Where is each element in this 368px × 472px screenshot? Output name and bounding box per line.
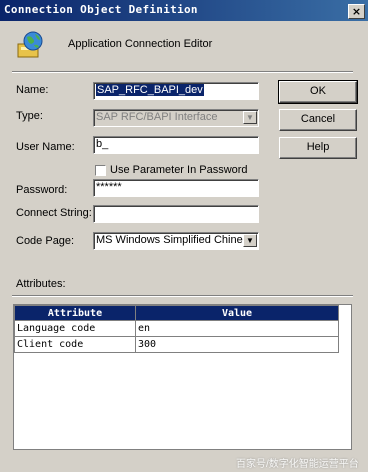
- watermark-text: 百家号/数字化智能运营平台: [236, 459, 359, 470]
- username-field[interactable]: b_: [93, 136, 259, 154]
- attribute-cell[interactable]: Language code: [14, 320, 136, 337]
- connect-string-label: Connect String:: [16, 207, 92, 219]
- name-field[interactable]: SAP_RFC_BAPI_dev: [93, 82, 259, 100]
- name-value: SAP_RFC_BAPI_dev: [96, 84, 204, 96]
- chevron-down-icon: ▼: [243, 111, 257, 124]
- close-button[interactable]: ×: [348, 4, 365, 19]
- use-parameter-label: Use Parameter In Password: [110, 164, 248, 176]
- password-field[interactable]: ******: [93, 179, 259, 197]
- codepage-dropdown[interactable]: MS Windows Simplified Chinese, s ▼: [93, 232, 259, 250]
- codepage-value: MS Windows Simplified Chinese, s: [96, 234, 259, 246]
- type-dropdown[interactable]: SAP RFC/BAPI Interface ▼: [93, 109, 259, 127]
- type-value: SAP RFC/BAPI Interface: [96, 111, 218, 123]
- username-label: User Name:: [16, 141, 75, 153]
- table-row[interactable]: Client code 300: [14, 336, 339, 353]
- type-label: Type:: [16, 110, 43, 122]
- window-title: Connection Object Definition: [4, 3, 198, 16]
- password-label: Password:: [16, 184, 68, 196]
- value-cell[interactable]: 300: [135, 336, 339, 353]
- attributes-grid[interactable]: Attribute Value Language code en Client …: [13, 304, 352, 450]
- editor-subtitle: Application Connection Editor: [68, 38, 213, 50]
- chevron-down-icon: ▼: [243, 234, 257, 247]
- table-row[interactable]: Language code en: [14, 320, 339, 337]
- ok-button[interactable]: OK: [278, 80, 358, 104]
- connect-string-field[interactable]: [93, 205, 259, 223]
- connection-globe-icon: [16, 30, 46, 60]
- password-value: ******: [96, 181, 122, 193]
- value-cell[interactable]: en: [135, 320, 339, 337]
- name-label: Name:: [16, 84, 49, 96]
- cancel-button[interactable]: Cancel: [279, 109, 357, 131]
- header-divider: [12, 71, 353, 73]
- attributes-label: Attributes:: [16, 278, 66, 290]
- attribute-cell[interactable]: Client code: [14, 336, 136, 353]
- column-header-attribute[interactable]: Attribute: [14, 305, 136, 321]
- codepage-label: Code Page:: [16, 235, 75, 247]
- help-button[interactable]: Help: [279, 137, 357, 159]
- attributes-divider: [12, 295, 353, 297]
- username-value: b_: [96, 138, 109, 150]
- column-header-value[interactable]: Value: [135, 305, 339, 321]
- use-parameter-checkbox[interactable]: [95, 165, 106, 176]
